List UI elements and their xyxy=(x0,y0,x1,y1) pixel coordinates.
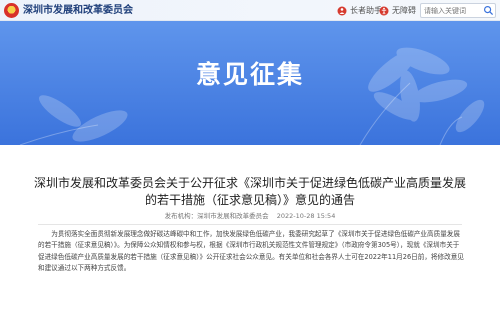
site-title[interactable]: 深圳市发展和改革委员会 xyxy=(23,3,133,18)
search-input[interactable] xyxy=(424,4,482,17)
article-title: 深圳市发展和改革委员会关于公开征求《深圳市关于促进绿色低碳产业高质量发展的若干措… xyxy=(33,176,466,207)
page-banner: 意见征集 xyxy=(0,21,500,145)
elder-mode-link[interactable]: 长者助手 xyxy=(337,4,382,17)
article-meta: 发布机构：深圳市发展和改革委员会 2022-10-28 15:54 xyxy=(0,212,500,221)
top-bar: 深圳市发展和改革委员会 长者助手 无障碍 xyxy=(0,0,500,21)
page-title: 意见征集 xyxy=(195,60,304,89)
national-emblem-icon xyxy=(4,3,19,18)
elder-icon xyxy=(337,6,347,15)
accessibility-link[interactable]: 无障碍 xyxy=(379,4,416,17)
accessibility-label: 无障碍 xyxy=(392,6,416,15)
article-body: 为贯彻落实全面贯彻新发展理念做好碳达峰碳中和工作，加快发展绿色低碳产业，我委研究… xyxy=(38,230,464,273)
divider xyxy=(38,224,462,225)
search-icon[interactable] xyxy=(483,5,494,16)
elder-mode-label: 长者助手 xyxy=(350,6,382,15)
search-box xyxy=(420,3,496,18)
accessibility-icon xyxy=(379,6,389,15)
article-date: 2022-10-28 15:54 xyxy=(276,212,336,220)
article-source: 发布机构：深圳市发展和改革委员会 xyxy=(164,212,269,220)
